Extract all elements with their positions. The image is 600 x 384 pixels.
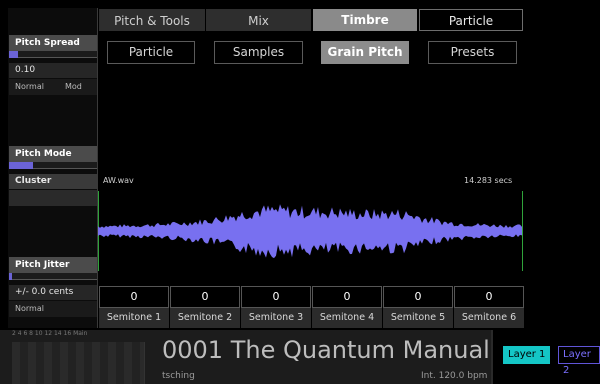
patch-author: tsching	[162, 371, 195, 381]
subtab-presets[interactable]: Presets	[428, 41, 517, 64]
pitch-jitter-mode[interactable]: Normal	[9, 301, 97, 317]
pitch-mode-fill	[9, 162, 33, 169]
layer-2-button[interactable]: Layer 2	[558, 346, 600, 376]
tab-timbre[interactable]: Timbre	[313, 9, 417, 31]
pitch-mode-label: Pitch Mode	[9, 146, 97, 162]
right-empty-area	[527, 0, 600, 330]
patch-title[interactable]: 0001 The Quantum Manual	[162, 333, 492, 367]
subtab-samples[interactable]: Samples	[214, 41, 303, 64]
pitch-mode-slider[interactable]	[9, 162, 97, 169]
level-meter	[12, 342, 145, 384]
tab-particle[interactable]: Particle	[419, 9, 523, 31]
semitone-6-value[interactable]: 0	[454, 286, 524, 308]
pitch-spread-value[interactable]: 0.10	[9, 63, 97, 78]
semitone-5-label: Semitone 5	[383, 308, 453, 328]
semitone-2-value[interactable]: 0	[170, 286, 240, 308]
semitone-2-label: Semitone 2	[170, 308, 240, 328]
tab-mix[interactable]: Mix	[206, 9, 311, 31]
sample-length: 14.283 secs	[464, 176, 513, 185]
pitch-spread-fill	[9, 51, 18, 58]
patch-tempo: Int. 120.0 bpm	[421, 371, 488, 381]
sample-file-name: AW.wav	[103, 176, 134, 185]
meter-scale: 2 4 6 8 10 12 14 16 Main	[12, 330, 88, 337]
semitone-1-value[interactable]: 0	[99, 286, 169, 308]
semitone-1-label: Semitone 1	[99, 308, 169, 328]
pitch-mode-spacer	[9, 190, 97, 206]
waveform-svg	[98, 191, 523, 271]
waveform-display[interactable]	[98, 190, 526, 272]
semitone-6-label: Semitone 6	[454, 308, 524, 328]
pitch-jitter-slider[interactable]	[9, 273, 97, 280]
pitch-spread-label: Pitch Spread	[9, 35, 97, 51]
pitch-jitter-value[interactable]: +/- 0.0 cents	[9, 285, 97, 300]
pitch-jitter-label: Pitch Jitter	[9, 257, 97, 273]
layer-1-button[interactable]: Layer 1	[503, 346, 551, 364]
subtab-grain-pitch[interactable]: Grain Pitch	[321, 41, 409, 64]
semitone-4-value[interactable]: 0	[312, 286, 382, 308]
pitch-spread-slider[interactable]	[9, 51, 97, 58]
pitch-mode-value[interactable]: Cluster	[9, 174, 97, 189]
tab-pitch-tools[interactable]: Pitch & Tools	[99, 9, 205, 31]
semitone-5-value[interactable]: 0	[383, 286, 453, 308]
pitch-spread-options: Normal Mod	[9, 79, 97, 95]
pitch-spread-option-normal[interactable]: Normal	[15, 82, 44, 91]
pitch-jitter-fill	[9, 273, 12, 280]
pitch-spread-option-mod[interactable]: Mod	[65, 79, 82, 95]
semitone-3-value[interactable]: 0	[241, 286, 311, 308]
semitone-4-label: Semitone 4	[312, 308, 382, 328]
subtab-particle[interactable]: Particle	[107, 41, 195, 64]
waveform-shape	[98, 204, 522, 259]
semitone-3-label: Semitone 3	[241, 308, 311, 328]
